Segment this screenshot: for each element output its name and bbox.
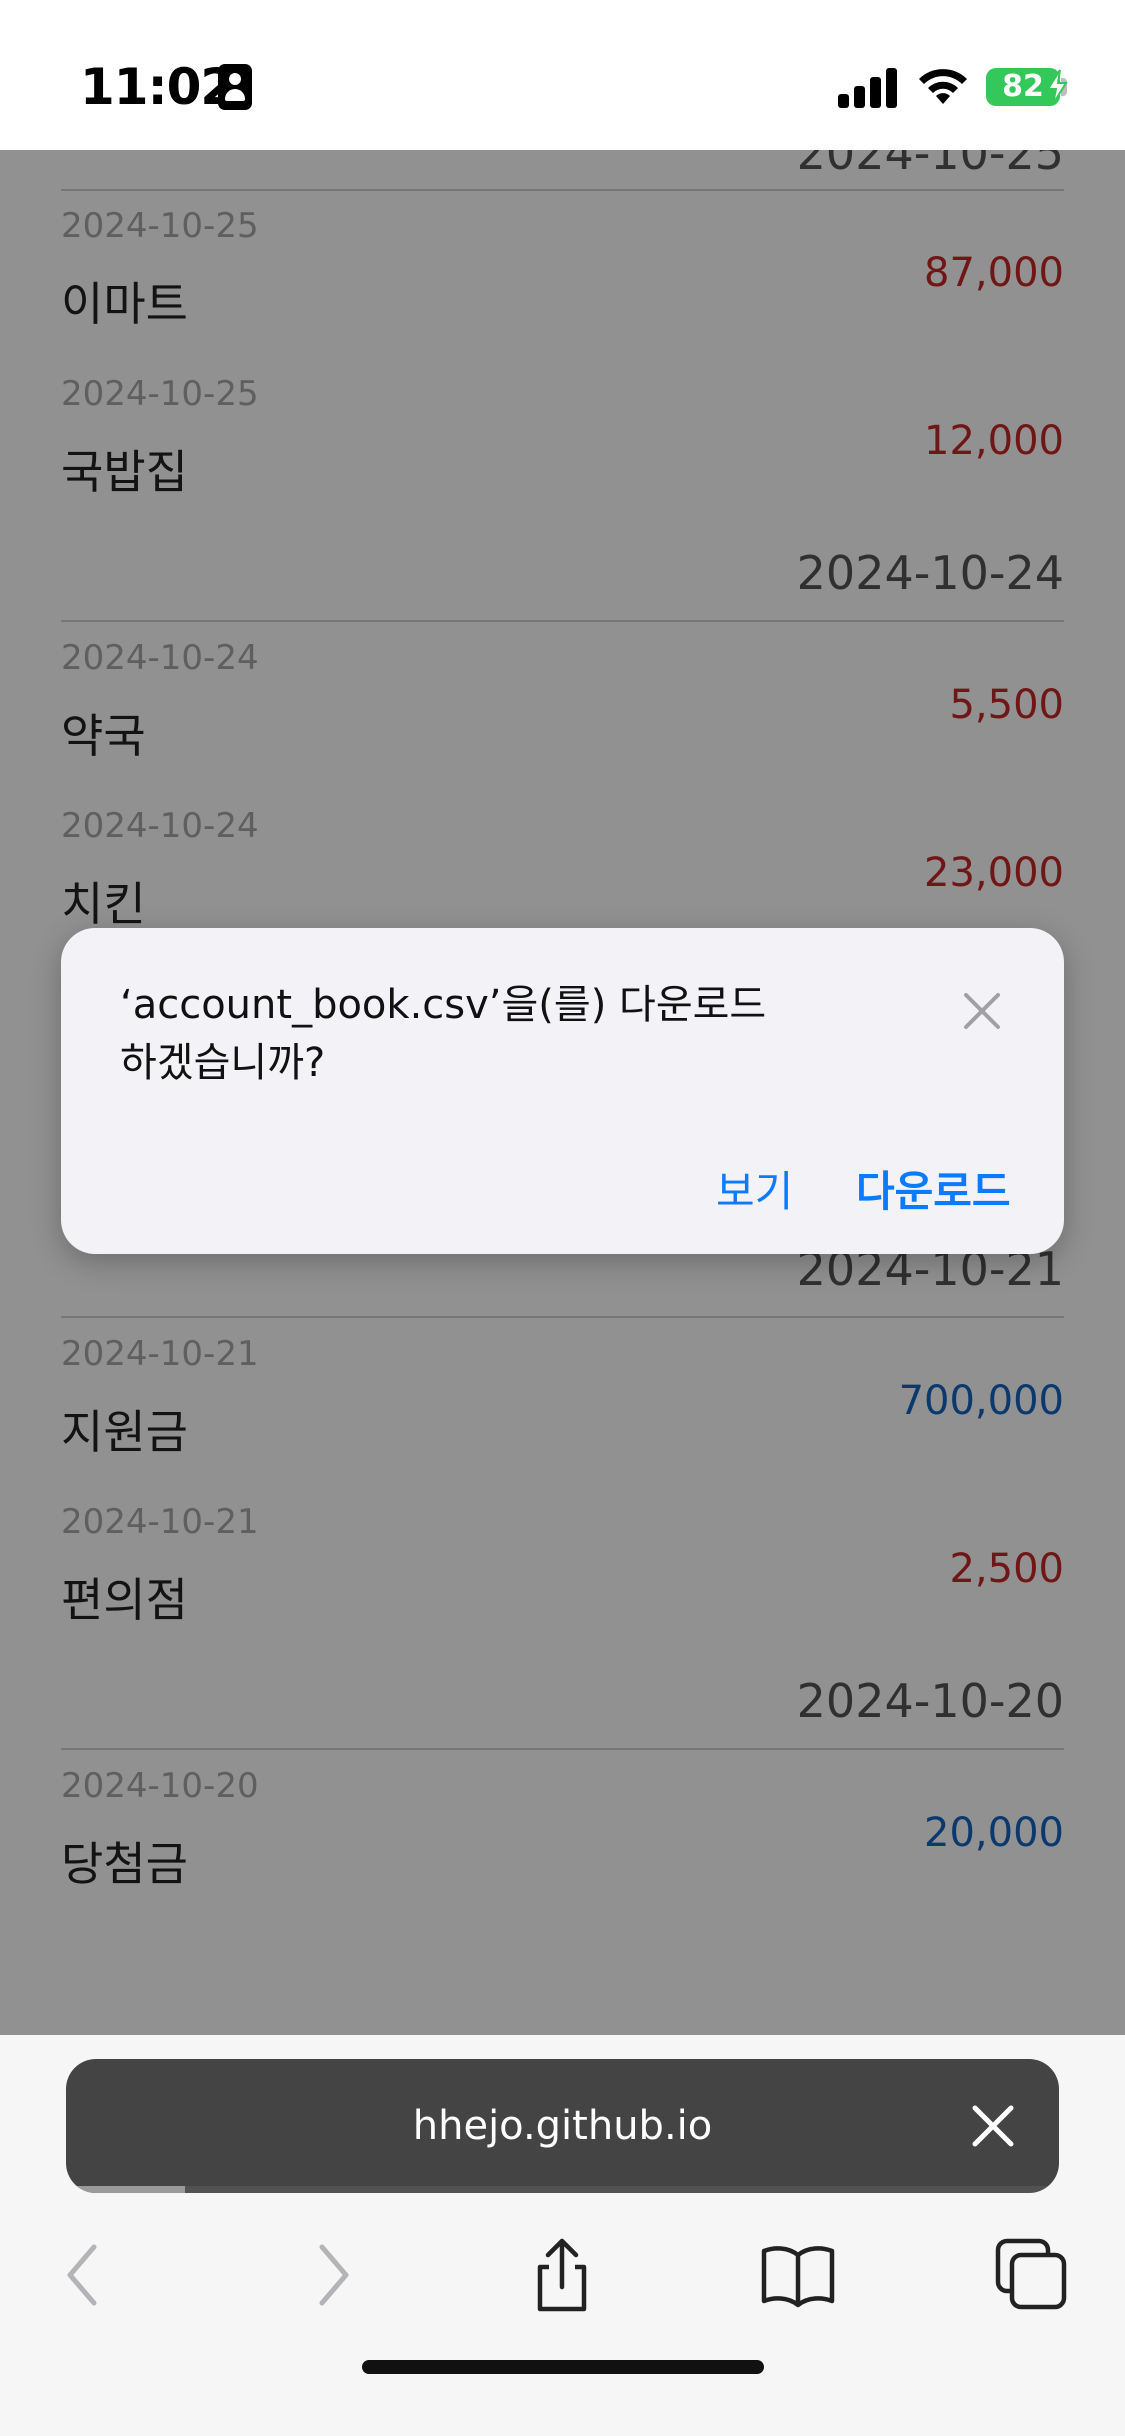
charging-bolt-icon [1046,69,1068,105]
back-icon[interactable] [46,2235,126,2315]
dialog-message-line1: ‘account_book.csv’을(를) 다운로드 [120,982,767,1028]
id-card-icon [218,64,252,110]
status-time: 11:02 [80,58,235,116]
home-indicator [362,2360,764,2374]
share-icon[interactable] [522,2235,602,2315]
cellular-signal-icon [838,66,900,108]
dialog-message: ‘account_book.csv’을(를) 다운로드 하겠습니까? [120,976,880,1092]
forward-icon[interactable] [290,2235,370,2315]
dialog-message-line2: 하겠습니까? [120,1040,326,1086]
bookmarks-icon[interactable] [758,2235,838,2315]
download-button[interactable]: 다운로드 [856,1158,1011,1219]
address-bar[interactable]: hhejo.github.io [66,2059,1059,2193]
wifi-icon [919,69,967,104]
page-load-progress [66,2186,1059,2193]
download-dialog: ‘account_book.csv’을(를) 다운로드 하겠습니까? 보기 다운… [61,928,1064,1254]
page-load-progress-fill [66,2186,186,2193]
tabs-icon[interactable] [992,2235,1072,2315]
view-button[interactable]: 보기 [716,1158,793,1219]
status-bar: 11:02 82 [0,0,1125,150]
close-icon[interactable] [961,990,1003,1032]
url-text[interactable]: hhejo.github.io [66,2059,1059,2193]
close-icon[interactable] [969,2102,1017,2150]
browser-toolbar: hhejo.github.io [0,2035,1125,2436]
